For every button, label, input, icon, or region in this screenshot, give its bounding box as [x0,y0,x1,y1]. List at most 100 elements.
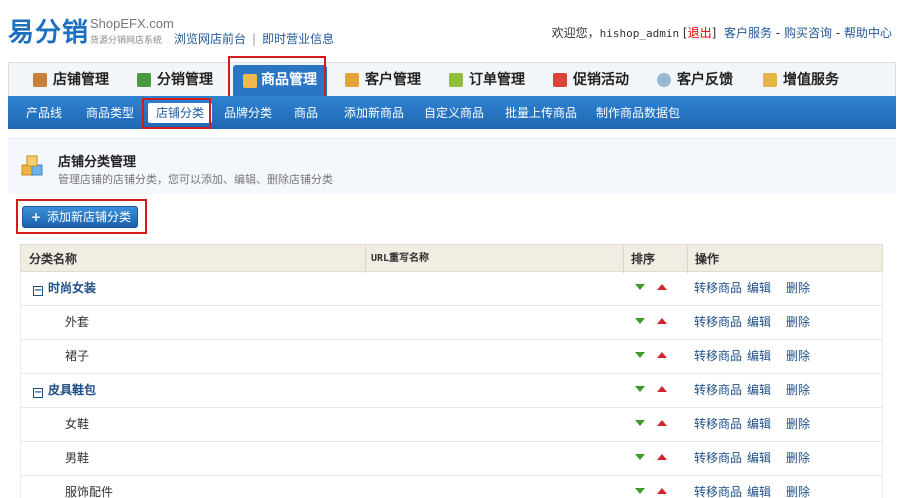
subnav-product-type[interactable]: 商品类型 [86,104,134,122]
logout-link[interactable]: 退出 [688,26,712,40]
subnav-product-data-package[interactable]: 制作商品数据包 [596,104,680,122]
page-description: 管理店铺的店铺分类，您可以添加、编辑、删除店铺分类 [58,173,333,186]
user-bar: 欢迎您，hishop_admin [退出] 客户服务 - 购买咨询 - 帮助中心 [551,26,892,40]
transfer-products-link[interactable]: 转移商品 [694,476,742,498]
collapse-icon[interactable]: − [33,388,43,398]
transfer-products-link[interactable]: 转移商品 [694,408,742,441]
customer-service-link[interactable]: 客户服务 [724,26,772,40]
table-row: − 时尚女装 转移商品 编辑 删除 [20,272,883,306]
move-up-icon[interactable] [657,420,667,426]
logo-site-name: ShopEFX.com [90,16,174,31]
logo-tagline: 货源分销网店系统 [90,36,163,46]
delete-link[interactable]: 删除 [786,340,810,373]
speech-bubble-icon [657,73,671,87]
plus-icon: + [31,210,42,224]
tab-customer-management[interactable]: 客户管理 [343,63,421,97]
tab-product-management[interactable]: 商品管理 [233,65,327,97]
subnav-bulk-upload[interactable]: 批量上传商品 [505,104,577,122]
page-title: 店铺分类管理 [58,155,137,170]
gift-bag-icon [763,73,777,87]
category-name: 男鞋 [65,451,90,465]
move-down-icon[interactable] [635,352,645,358]
category-name: 女鞋 [65,417,90,431]
house-icon [33,73,47,87]
transfer-products-link[interactable]: 转移商品 [694,442,742,475]
delete-link[interactable]: 删除 [786,374,810,407]
collapse-icon[interactable]: − [33,286,43,296]
subnav-store-category[interactable]: 店铺分类 [148,103,213,123]
move-up-icon[interactable] [657,454,667,460]
table-row: − 皮具鞋包 转移商品 编辑 删除 [20,374,883,408]
promotion-icon [553,73,567,87]
edit-link[interactable]: 编辑 [747,306,771,339]
subnav-brand-category[interactable]: 品牌分类 [224,104,272,122]
add-store-category-button[interactable]: + 添加新店铺分类 [22,206,138,228]
move-down-icon[interactable] [635,284,645,290]
table-header: 分类名称 URL重写名称 排序 操作 [20,244,883,273]
subnav-products[interactable]: 商品 [294,104,318,122]
category-name[interactable]: − 时尚女装 [33,272,96,305]
storefront-link[interactable]: 浏览网店前台 [174,32,246,46]
transfer-products-link[interactable]: 转移商品 [694,306,742,339]
edit-link[interactable]: 编辑 [747,476,771,498]
transfer-products-link[interactable]: 转移商品 [694,340,742,373]
move-up-icon[interactable] [657,318,667,324]
table-row: 裙子 转移商品 编辑 删除 [20,340,883,374]
transfer-products-link[interactable]: 转移商品 [694,374,742,407]
subnav-product-line[interactable]: 产品线 [26,104,62,122]
delete-link[interactable]: 删除 [786,272,810,305]
col-sort: 排序 [631,252,656,266]
edit-link[interactable]: 编辑 [747,272,771,305]
category-name: 裙子 [65,349,90,363]
table-row: 男鞋 转移商品 编辑 删除 [20,442,883,476]
table-body: − 时尚女装 转移商品 编辑 删除 外套 转移商品 编辑 删除 裙子 转移商品 编辑 删除 − 皮具鞋包 转移… [20,272,883,498]
table-row: 外套 转移商品 编辑 删除 [20,306,883,340]
move-down-icon[interactable] [635,454,645,460]
move-down-icon[interactable] [635,386,645,392]
delete-link[interactable]: 删除 [786,306,810,339]
contact-card-icon [345,73,359,87]
header: 易分销 ShopEFX.com 货源分销网店系统 浏览网店前台 | 即时营业信息 欢… [0,0,900,60]
username: hishop_admin [599,27,680,40]
move-up-icon[interactable] [657,386,667,392]
delete-link[interactable]: 删除 [786,476,810,498]
move-up-icon[interactable] [657,284,667,290]
box-icon [243,74,257,88]
move-down-icon[interactable] [635,488,645,494]
edit-link[interactable]: 编辑 [747,442,771,475]
top-links: 浏览网店前台 | 即时营业信息 [174,32,335,46]
tab-store-management[interactable]: 店铺管理 [31,63,109,97]
tab-customer-feedback[interactable]: 客户反馈 [655,63,733,97]
purchase-consult-link[interactable]: 购买咨询 [784,26,832,40]
main-nav: 店铺管理 分销管理 商品管理 客户管理 订单管理 促销活动 客户反馈 增值服务 [8,62,896,97]
tab-promotions[interactable]: 促销活动 [551,63,629,97]
order-icon [449,73,463,87]
subnav-custom-product[interactable]: 自定义商品 [424,104,484,122]
col-url-rewrite: URL重写名称 [371,253,430,264]
welcome-text: 欢迎您， [551,26,600,40]
delete-link[interactable]: 删除 [786,408,810,441]
category-name: 外套 [65,315,90,329]
tab-order-management[interactable]: 订单管理 [447,63,525,97]
tab-distribution-management[interactable]: 分销管理 [135,63,213,97]
move-down-icon[interactable] [635,318,645,324]
move-up-icon[interactable] [657,352,667,358]
sub-nav: 产品线 商品类型 店铺分类 品牌分类 商品 添加新商品 自定义商品 批量上传商品… [8,96,896,129]
business-info-link[interactable]: 即时营业信息 [262,32,334,46]
boxes-icon [21,155,43,176]
delete-link[interactable]: 删除 [786,442,810,475]
help-center-link[interactable]: 帮助中心 [844,26,892,40]
tab-value-added-services[interactable]: 增值服务 [761,63,839,97]
logo[interactable]: 易分销 [8,12,89,49]
col-category-name: 分类名称 [29,252,78,266]
category-name: 服饰配件 [65,485,114,498]
edit-link[interactable]: 编辑 [747,340,771,373]
transfer-products-link[interactable]: 转移商品 [694,272,742,305]
move-down-icon[interactable] [635,420,645,426]
subnav-add-product[interactable]: 添加新商品 [344,104,404,122]
move-up-icon[interactable] [657,488,667,494]
edit-link[interactable]: 编辑 [747,408,771,441]
edit-link[interactable]: 编辑 [747,374,771,407]
category-name[interactable]: − 皮具鞋包 [33,374,96,407]
network-icon [137,73,151,87]
